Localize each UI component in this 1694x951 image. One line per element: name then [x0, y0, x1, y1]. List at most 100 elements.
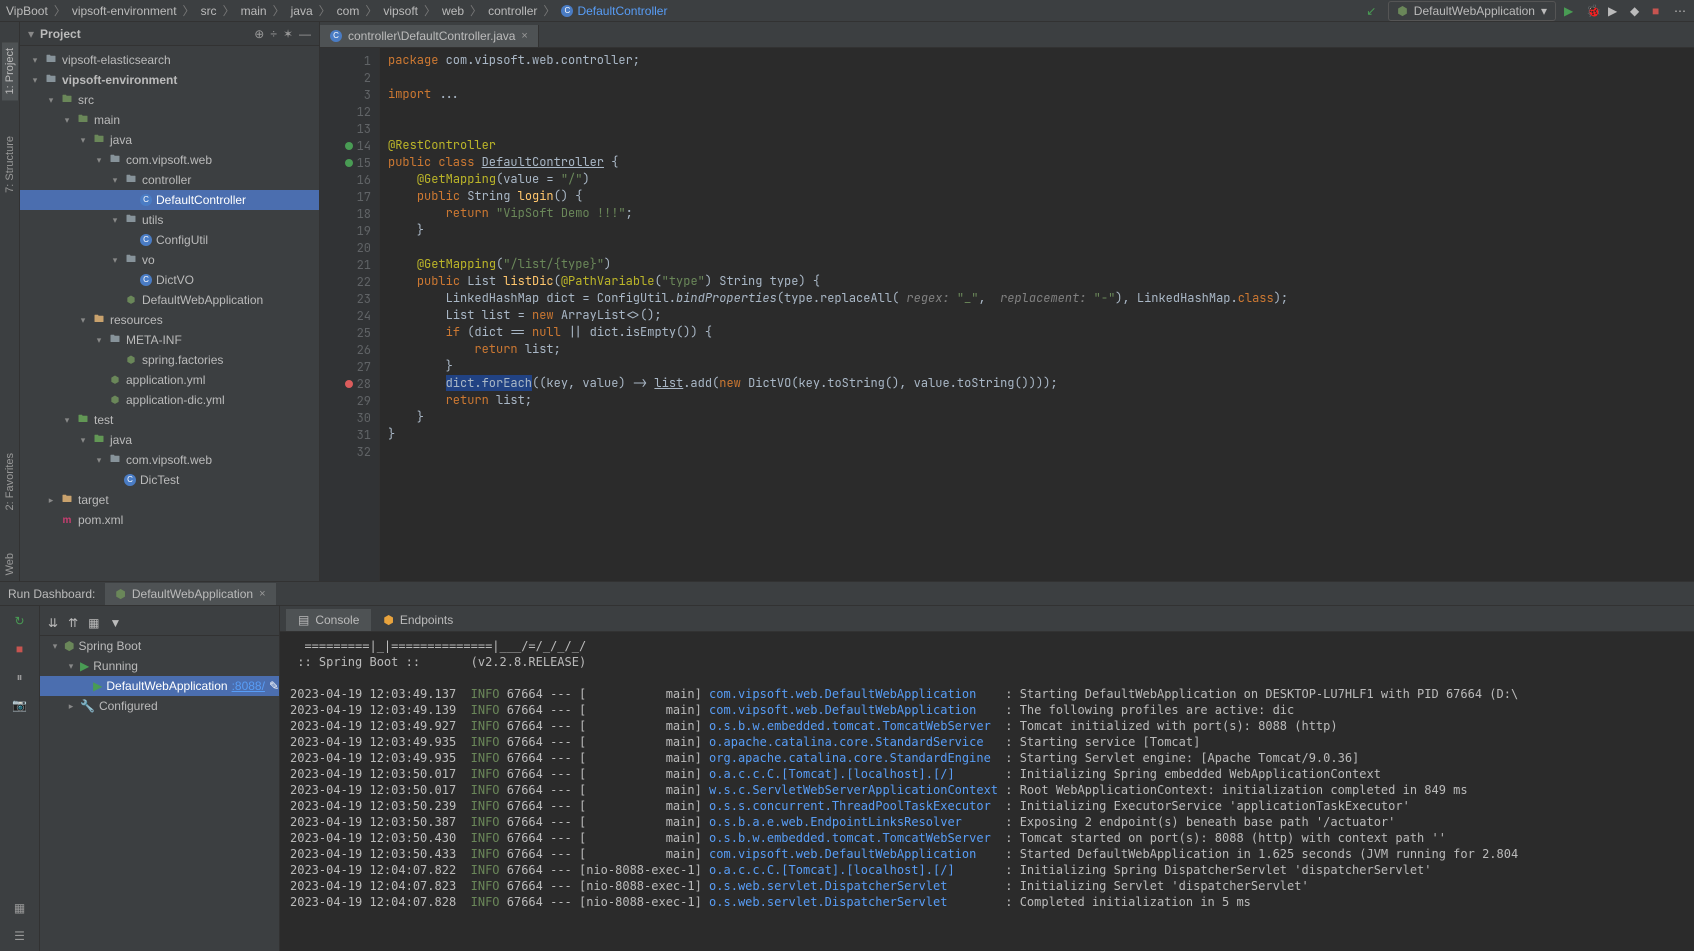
stop-icon[interactable]: ■ [1652, 4, 1666, 18]
close-icon[interactable]: × [259, 588, 265, 600]
rerun-icon[interactable]: ↻ [11, 612, 29, 630]
editor-body[interactable]: 1231213141516171819202122232425262728293… [320, 48, 1694, 581]
tree-row[interactable]: ▾🖿vipsoft-environment [20, 70, 319, 90]
more-icon[interactable]: ☰ [11, 927, 29, 945]
rd-tab-defaultwebapp[interactable]: ⬢ DefaultWebApplication × [105, 583, 275, 605]
arrow-icon[interactable]: ▾ [28, 27, 34, 41]
favorites-tool-tab[interactable]: 2: Favorites [2, 447, 18, 516]
class-icon: C [140, 274, 152, 286]
gutter-mark-icon[interactable] [345, 159, 353, 167]
project-tool-tab[interactable]: 1: Project [2, 42, 18, 100]
tree-row[interactable]: ▾🖿resources [20, 310, 319, 330]
tree-row[interactable]: ▾🖿test [20, 410, 319, 430]
run-config-dropdown[interactable]: ⬢ DefaultWebApplication ▾ [1388, 1, 1556, 21]
tree-row[interactable]: ▾🖿java [20, 130, 319, 150]
camera-icon[interactable]: 📷 [11, 696, 29, 714]
gutter-mark-icon[interactable] [345, 380, 353, 388]
expand-arrow-icon[interactable]: ▾ [94, 155, 104, 166]
expand-icon[interactable]: ⇊ [48, 616, 58, 630]
hide-icon[interactable]: — [299, 27, 311, 41]
tree-row[interactable]: ▾🖿controller [20, 170, 319, 190]
tree-row[interactable]: ▾🖿vipsoft-elasticsearch [20, 50, 319, 70]
tree-row[interactable]: ▾🖿utils [20, 210, 319, 230]
expand-arrow-icon[interactable]: ▾ [62, 415, 72, 426]
rd-tree-row[interactable]: ▶ DefaultWebApplication :8088/ ✎ [40, 676, 279, 696]
tree-row[interactable]: ▾🖿main [20, 110, 319, 130]
profile-icon[interactable]: ◆ [1630, 4, 1644, 18]
expand-arrow-icon[interactable]: ▾ [30, 55, 40, 66]
expand-arrow-icon[interactable]: ▾ [94, 335, 104, 346]
expand-arrow-icon[interactable]: ▾ [30, 75, 40, 86]
tree-row[interactable]: ▾🖿com.vipsoft.web [20, 450, 319, 470]
bc-9[interactable]: CDefaultController [561, 4, 667, 18]
target-icon[interactable]: ⊕ [254, 27, 264, 41]
tree-label: DefaultController [156, 193, 246, 207]
endpoints-tab[interactable]: ⬢ Endpoints [371, 609, 465, 631]
filter-icon[interactable]: ▼ [109, 616, 121, 630]
port-link[interactable]: :8088/ [232, 679, 265, 693]
tree-row[interactable]: ▾🖿java [20, 430, 319, 450]
layout-icon[interactable]: ▦ [11, 899, 29, 917]
bc-4[interactable]: java [291, 4, 313, 18]
tree-row[interactable]: ▸🖿target [20, 490, 319, 510]
bc-1[interactable]: vipsoft-environment [72, 4, 177, 18]
expand-arrow-icon[interactable]: ▾ [110, 175, 120, 186]
expand-arrow-icon[interactable]: ▾ [78, 435, 88, 446]
gutter-mark-icon[interactable] [345, 142, 353, 150]
settings-icon[interactable]: ✶ [283, 27, 293, 41]
pause-icon[interactable]: ⏸ [11, 668, 29, 686]
tree-row[interactable]: ⬢application.yml [20, 370, 319, 390]
rd-tree-row[interactable]: ▾▶ Running [40, 656, 279, 676]
editor-tab-defaultcontroller[interactable]: C controller\DefaultController.java × [320, 25, 539, 47]
code-content[interactable]: package com.vipsoft.web.controller; impo… [380, 48, 1694, 581]
tree-row[interactable]: CDicTest [20, 470, 319, 490]
tree-row[interactable]: CDefaultController [20, 190, 319, 210]
console-tab[interactable]: ▤ Console [286, 609, 371, 631]
tree-row[interactable]: ▾🖿META-INF [20, 330, 319, 350]
collapse-icon[interactable]: ⇈ [68, 616, 78, 630]
bc-6[interactable]: vipsoft [383, 4, 418, 18]
tree-row[interactable]: CDictVO [20, 270, 319, 290]
debug-icon[interactable]: 🐞 [1586, 4, 1600, 18]
expand-arrow-icon[interactable]: ▾ [78, 315, 88, 326]
bc-7[interactable]: web [442, 4, 464, 18]
bc-5[interactable]: com [337, 4, 360, 18]
structure-tool-tab[interactable]: 7: Structure [2, 130, 18, 199]
build-icon[interactable]: ↙ [1366, 4, 1380, 18]
run-icon[interactable]: ▶ [1564, 4, 1578, 18]
expand-arrow-icon[interactable]: ▾ [78, 135, 88, 146]
console-output[interactable]: =========|_|==============|___/=/_/_/_/ … [280, 632, 1694, 951]
edit-icon[interactable]: ✎ [269, 679, 279, 693]
tree-row[interactable]: ▾🖿src [20, 90, 319, 110]
tree-label: controller [142, 173, 191, 187]
tree-row[interactable]: ▾🖿com.vipsoft.web [20, 150, 319, 170]
yml-icon: ⬢ [124, 353, 138, 367]
tree-row[interactable]: CConfigUtil [20, 230, 319, 250]
tree-row[interactable]: mpom.xml [20, 510, 319, 530]
bc-8[interactable]: controller [488, 4, 537, 18]
bc-2[interactable]: src [201, 4, 217, 18]
expand-arrow-icon[interactable]: ▾ [110, 215, 120, 226]
bc-0[interactable]: VipBoot [6, 4, 48, 18]
bc-3[interactable]: main [241, 4, 267, 18]
expand-arrow-icon[interactable]: ▸ [46, 495, 56, 506]
close-icon[interactable]: × [521, 30, 527, 42]
rd-tree-row[interactable]: ▾⬢ Spring Boot [40, 636, 279, 656]
project-tree[interactable]: ▾🖿vipsoft-elasticsearch▾🖿vipsoft-environ… [20, 46, 319, 581]
expand-arrow-icon[interactable]: ▾ [110, 255, 120, 266]
collapse-icon[interactable]: ÷ [270, 27, 277, 41]
tree-row[interactable]: ▾🖿vo [20, 250, 319, 270]
stop-icon[interactable]: ■ [11, 640, 29, 658]
project-panel: ▾ Project ⊕ ÷ ✶ — ▾🖿vipsoft-elasticsearc… [20, 22, 320, 581]
more-icon[interactable]: ⋯ [1674, 4, 1688, 18]
coverage-icon[interactable]: ▶ [1608, 4, 1622, 18]
expand-arrow-icon[interactable]: ▾ [46, 95, 56, 106]
tree-row[interactable]: ⬢spring.factories [20, 350, 319, 370]
tree-row[interactable]: ⬢DefaultWebApplication [20, 290, 319, 310]
grid-icon[interactable]: ▦ [88, 616, 99, 630]
expand-arrow-icon[interactable]: ▾ [62, 115, 72, 126]
expand-arrow-icon[interactable]: ▾ [94, 455, 104, 466]
rd-tree-row[interactable]: ▸🔧 Configured [40, 696, 279, 716]
tree-row[interactable]: ⬢application-dic.yml [20, 390, 319, 410]
web-tool-tab[interactable]: Web [2, 547, 18, 581]
